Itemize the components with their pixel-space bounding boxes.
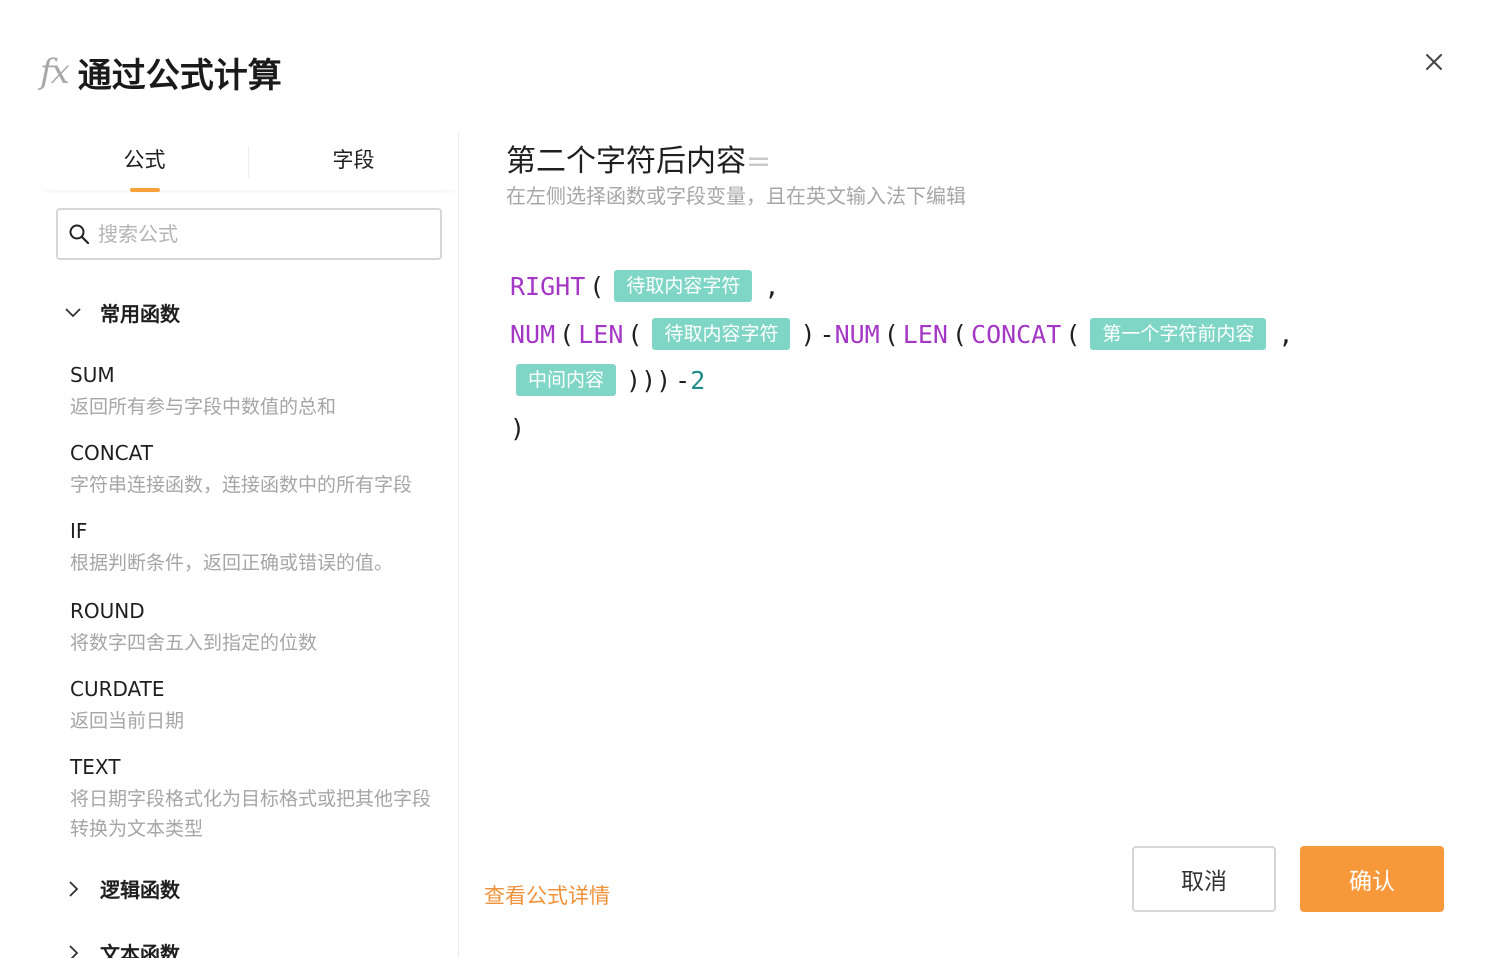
paren-token: ))) [626, 365, 672, 395]
function-desc: 返回当前日期 [70, 710, 185, 732]
function-token: NUM [510, 319, 556, 349]
tab-formula[interactable]: 公式 [40, 132, 249, 190]
paren-token: ) [510, 413, 526, 443]
function-token: RIGHT [510, 271, 586, 301]
group-label: 常用函数 [100, 302, 180, 326]
formula-line: ) [510, 408, 529, 448]
group-label: 逻辑函数 [100, 878, 180, 902]
function-name: TEXT [70, 755, 121, 779]
function-item-curdate[interactable]: CURDATE 返回当前日期 [70, 676, 440, 736]
panel-divider [458, 132, 459, 958]
number-token: 2 [690, 365, 706, 395]
dialog-header: fx 通过公式计算 [40, 48, 282, 96]
field-name-heading: 第二个字符后内容= [506, 136, 771, 180]
function-item-if[interactable]: IF 根据判断条件，返回正确或错误的值。 [70, 518, 440, 578]
editor-hint: 在左侧选择函数或字段变量，且在英文输入法下编辑 [506, 184, 966, 208]
view-formula-details-link[interactable]: 查看公式详情 [484, 880, 610, 910]
function-token: CONCAT [971, 319, 1062, 349]
panel-tabs: 公式 字段 [40, 132, 458, 190]
function-desc: 字符串连接函数，连接函数中的所有字段 [70, 474, 413, 496]
function-desc: 将数字四舍五入到指定的位数 [70, 632, 318, 654]
search-input[interactable] [96, 221, 420, 247]
paren-token: ( [1065, 319, 1081, 349]
comma-token: , [1278, 319, 1294, 349]
chevron-down-icon [65, 307, 81, 317]
group-logic-functions[interactable]: 逻辑函数 [62, 874, 180, 903]
operator-token: - [675, 365, 691, 395]
paren-token: ( [951, 319, 968, 349]
formula-line: RIGHT ( 待取内容字符 , [510, 266, 779, 306]
function-item-sum[interactable]: SUM 返回所有参与字段中数值的总和 [70, 362, 440, 422]
paren-token: ( [559, 319, 575, 349]
paren-token: ( [883, 319, 899, 349]
paren-token: ) [800, 319, 816, 349]
confirm-button[interactable]: 确认 [1300, 846, 1444, 912]
function-desc: 返回所有参与字段中数值的总和 [70, 396, 337, 418]
cancel-button[interactable]: 取消 [1132, 846, 1276, 912]
function-token: LEN [578, 319, 624, 349]
dialog-title: 通过公式计算 [77, 55, 282, 96]
formula-line: 中间内容 ))) - 2 [510, 360, 705, 400]
field-tag[interactable]: 待取内容字符 [652, 318, 791, 350]
function-name: CONCAT [70, 441, 153, 465]
chevron-right-icon [69, 944, 79, 958]
search-icon [69, 224, 90, 245]
close-icon[interactable] [1420, 48, 1448, 76]
equals-sign: = [746, 144, 772, 179]
function-name: ROUND [70, 599, 145, 623]
function-desc: 将日期字段格式化为目标格式或把其他字段转换为文本类型 [70, 788, 432, 840]
search-box [56, 208, 442, 260]
paren-token: ( [589, 271, 605, 301]
function-desc: 根据判断条件，返回正确或错误的值。 [70, 552, 394, 574]
paren-token: ( [627, 319, 643, 349]
function-name: IF [70, 519, 88, 543]
formula-line: NUM ( LEN ( 待取内容字符 ) - NUM ( LEN ( CONCA… [510, 314, 1293, 354]
tab-fields[interactable]: 字段 [249, 132, 458, 190]
field-tag[interactable]: 第一个字符前内容 [1090, 318, 1267, 350]
field-tag[interactable]: 中间内容 [516, 364, 617, 396]
formula-dialog: fx 通过公式计算 公式 字段 常用函数 SUM 返回所有参与字段中数值的总和 … [0, 0, 1490, 958]
function-token: LEN [902, 319, 948, 349]
comma-token: , [764, 271, 780, 301]
function-item-concat[interactable]: CONCAT 字符串连接函数，连接函数中的所有字段 [70, 440, 440, 500]
group-label: 文本函数 [100, 942, 180, 958]
chevron-right-icon [69, 880, 79, 897]
operator-token: - [819, 319, 835, 349]
fx-icon: fx [40, 52, 70, 92]
function-name: SUM [70, 363, 115, 387]
group-text-functions[interactable]: 文本函数 [62, 938, 180, 958]
function-token: NUM [834, 319, 880, 349]
field-name: 第二个字符后内容 [506, 144, 746, 179]
function-item-round[interactable]: ROUND 将数字四舍五入到指定的位数 [70, 598, 440, 658]
field-tag[interactable]: 待取内容字符 [614, 270, 753, 302]
group-common-functions[interactable]: 常用函数 [62, 298, 180, 327]
function-panel: 公式 字段 常用函数 SUM 返回所有参与字段中数值的总和 CONCAT 字符串… [40, 132, 458, 958]
function-name: CURDATE [70, 677, 165, 701]
function-item-text[interactable]: TEXT 将日期字段格式化为目标格式或把其他字段转换为文本类型 [70, 754, 440, 844]
